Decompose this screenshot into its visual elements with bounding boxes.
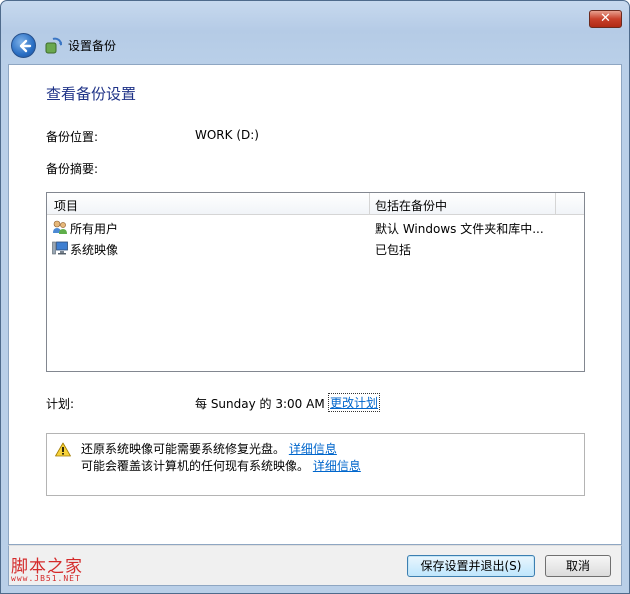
row-included-value: 已包括 <box>375 243 412 257</box>
column-header-included[interactable]: 包括在备份中 <box>375 197 447 214</box>
backup-location-label: 备份位置: <box>46 130 99 144</box>
schedule-value: 每 Sunday 的 3:00 AM <box>195 397 325 411</box>
warning-box: 还原系统映像可能需要系统修复光盘。 详细信息 可能会覆盖该计算机的任何现有系统映… <box>46 433 585 496</box>
save-and-exit-button[interactable]: 保存设置并退出(S) <box>407 555 535 577</box>
back-arrow-icon <box>19 39 32 53</box>
page-heading: 查看备份设置 <box>46 85 137 103</box>
backup-app-icon <box>45 37 63 55</box>
system-image-icon <box>52 240 68 256</box>
column-header-item[interactable]: 项目 <box>54 197 78 214</box>
column-divider[interactable] <box>555 193 556 215</box>
backup-location-value: WORK (D:) <box>195 128 259 142</box>
warning-line-1: 还原系统映像可能需要系统修复光盘。 详细信息 <box>81 440 337 457</box>
window-title: 设置备份 <box>68 39 117 53</box>
change-schedule-link[interactable]: 更改计划 <box>328 393 381 412</box>
warning-line-2: 可能会覆盖该计算机的任何现有系统映像。 详细信息 <box>81 457 361 474</box>
details-link[interactable]: 详细信息 <box>313 459 361 473</box>
table-header: 项目 包括在备份中 <box>47 193 584 215</box>
back-button[interactable] <box>11 33 36 58</box>
backup-summary-table: 项目 包括在备份中 所有用户 默认 Windows 文件夹和库中... 系统映像 <box>46 192 585 372</box>
row-item-name: 系统映像 <box>70 243 119 257</box>
users-icon <box>52 219 68 235</box>
warning-text: 可能会覆盖该计算机的任何现有系统映像。 <box>81 459 310 473</box>
details-link[interactable]: 详细信息 <box>289 442 337 456</box>
column-divider[interactable] <box>369 193 370 215</box>
cancel-button[interactable]: 取消 <box>545 555 611 577</box>
warning-text: 还原系统映像可能需要系统修复光盘。 <box>81 442 286 456</box>
row-item-name: 所有用户 <box>70 222 119 236</box>
schedule-label: 计划: <box>46 397 75 411</box>
table-row[interactable]: 所有用户 默认 Windows 文件夹和库中... <box>47 217 584 238</box>
warning-icon <box>55 442 71 460</box>
row-included-value: 默认 Windows 文件夹和库中... <box>375 222 544 236</box>
window-close-button[interactable]: ✕ <box>589 10 622 28</box>
table-row[interactable]: 系统映像 已包括 <box>47 238 584 259</box>
site-watermark-url: www.JB51.NET <box>11 574 81 583</box>
backup-summary-label: 备份摘要: <box>46 162 99 176</box>
